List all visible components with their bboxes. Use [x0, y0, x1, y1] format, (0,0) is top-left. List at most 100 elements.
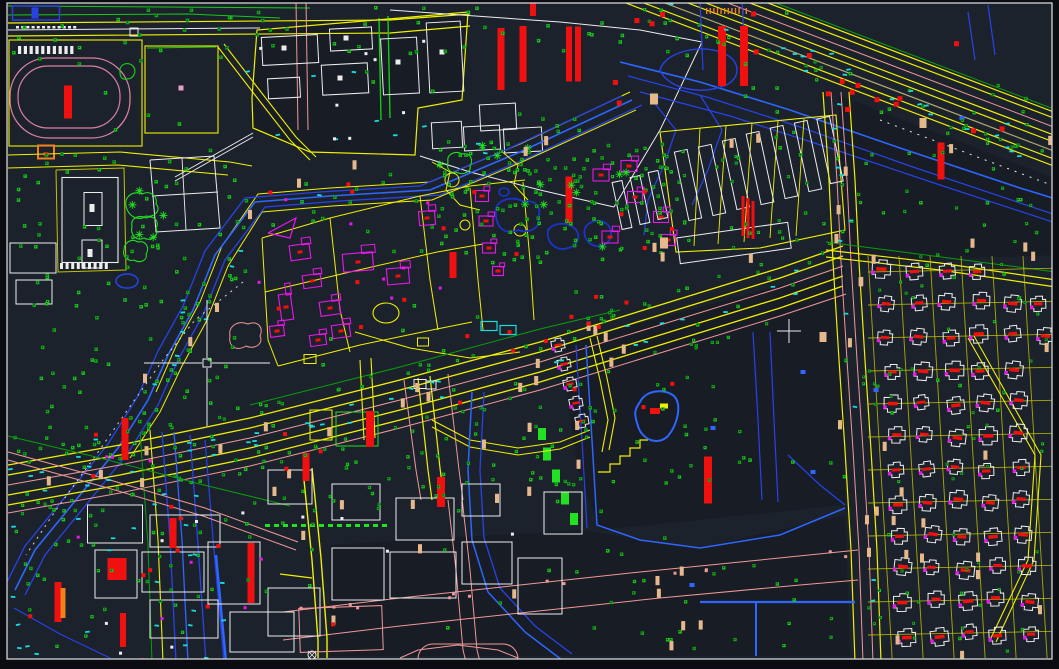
- tree-core: [670, 210, 671, 211]
- tree-core: [239, 473, 240, 474]
- tree-core: [628, 154, 629, 155]
- tree-core: [686, 377, 687, 378]
- tree-core: [209, 301, 210, 302]
- tree-core: [441, 208, 442, 209]
- tree-core: [788, 623, 789, 624]
- tree-core: [616, 202, 617, 203]
- green-dash-row: [292, 524, 297, 527]
- tree-core: [961, 592, 962, 593]
- post-marker: [145, 446, 149, 455]
- tan-posts-explicit: [650, 94, 658, 105]
- post-marker: [188, 337, 192, 346]
- tree-core: [361, 386, 362, 387]
- post-marker: [730, 139, 734, 148]
- tree-core: [611, 310, 612, 311]
- site-plan-drawing[interactable]: [0, 0, 1059, 669]
- marker-square: [349, 222, 352, 225]
- tree-core: [176, 182, 177, 183]
- tree-core: [823, 223, 824, 224]
- tree-core: [1007, 650, 1008, 651]
- tree-core: [595, 192, 596, 193]
- tree-core: [679, 631, 680, 632]
- tree-core: [690, 465, 691, 466]
- tree-core: [329, 496, 330, 497]
- tree-core: [132, 237, 133, 238]
- tree-core: [713, 573, 714, 574]
- marker-dash: [890, 98, 895, 100]
- tree-core: [560, 429, 561, 430]
- house-magenta-dot: [945, 372, 949, 376]
- tree-core: [228, 196, 229, 197]
- tree-core: [1026, 223, 1027, 224]
- tree-core: [641, 632, 642, 633]
- tree-core: [81, 544, 82, 545]
- tree-core: [139, 34, 140, 35]
- tree-core: [950, 127, 951, 128]
- tree-core: [229, 17, 230, 18]
- tree-core: [600, 510, 601, 511]
- marker-dash: [1009, 150, 1014, 152]
- grandstand: [70, 46, 73, 54]
- tree-core: [800, 154, 801, 155]
- marker-square: [91, 474, 95, 478]
- post-marker: [838, 420, 842, 429]
- colonnade: [99, 263, 102, 269]
- tree-core: [39, 223, 40, 224]
- tree-core: [322, 218, 323, 219]
- marker-square: [594, 295, 598, 299]
- red-streaks: [742, 196, 745, 236]
- tree-core: [349, 201, 350, 202]
- tree-core: [74, 378, 75, 379]
- tree-core: [860, 202, 861, 203]
- tree-core: [355, 461, 356, 462]
- tree-core: [538, 40, 539, 41]
- marker-dash: [180, 331, 185, 333]
- tree-core: [278, 402, 279, 403]
- tree-core: [602, 258, 603, 259]
- cad-viewport[interactable]: [0, 0, 1059, 669]
- house-red-bar: [892, 468, 901, 472]
- tree-core: [237, 221, 238, 222]
- orange-bar: [61, 588, 66, 618]
- marker-square: [348, 137, 351, 140]
- house-red-bar: [942, 300, 951, 304]
- bush-rects: [561, 492, 569, 505]
- tree-core: [521, 159, 522, 160]
- tree-core: [223, 418, 224, 419]
- tree-core: [378, 504, 379, 505]
- tree-core: [39, 58, 40, 59]
- tree-core: [922, 105, 923, 106]
- marker-dash: [844, 313, 849, 315]
- marker-square: [422, 40, 425, 43]
- tree-core: [749, 232, 750, 233]
- tree-core: [829, 243, 830, 244]
- tree-core: [626, 205, 627, 206]
- tree-core: [695, 345, 696, 346]
- house-red-bar: [897, 601, 907, 605]
- tree-core: [210, 402, 211, 403]
- tree-core: [880, 617, 881, 618]
- marker-square: [829, 550, 832, 553]
- tree-core: [959, 638, 960, 639]
- house-magenta-dot: [953, 538, 957, 542]
- tree-core: [407, 372, 408, 373]
- tree-core: [524, 389, 525, 390]
- tree-core: [644, 148, 645, 149]
- tree-core: [133, 454, 134, 455]
- house-magenta-dot: [916, 435, 920, 439]
- tree-core: [569, 205, 570, 206]
- tree-core: [869, 370, 870, 371]
- tree-core: [1041, 150, 1042, 151]
- marker-dash: [188, 554, 193, 556]
- tree-core: [500, 150, 501, 151]
- tree-core: [272, 425, 273, 426]
- tree-core: [904, 211, 905, 212]
- blue-squares: [801, 370, 806, 374]
- tree-core: [662, 408, 663, 409]
- tree-core: [117, 487, 118, 488]
- building-red-mark: [395, 274, 400, 277]
- tree-core: [127, 431, 128, 432]
- tree-core: [728, 37, 729, 38]
- marker-dash: [794, 270, 799, 272]
- house-magenta-dot: [923, 535, 927, 539]
